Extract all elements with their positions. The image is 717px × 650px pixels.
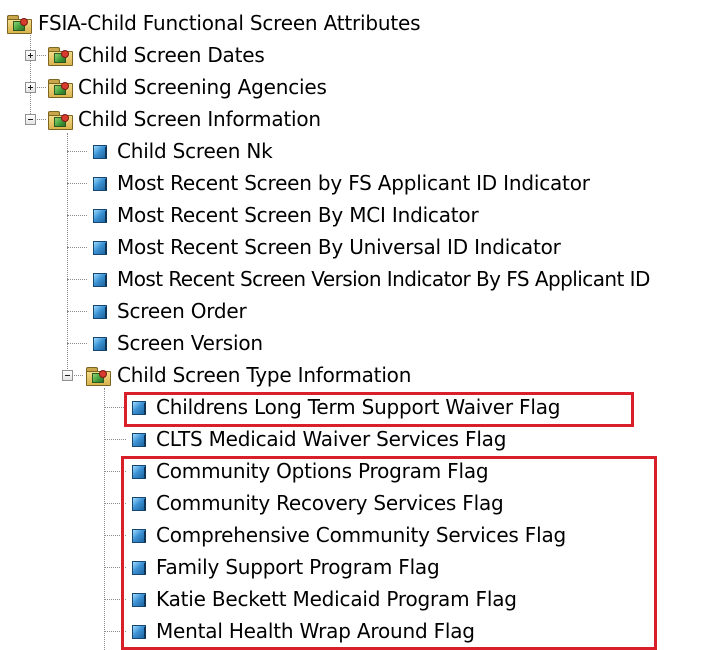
tree-item-child-screen-nk[interactable]: Child Screen Nk — [92, 135, 273, 167]
tree-item-label: Most Recent Screen By MCI Indicator — [117, 203, 479, 227]
folder-icon — [6, 13, 32, 34]
collapse-toggle-child-screen-type-information[interactable] — [62, 370, 73, 381]
attribute-icon — [92, 303, 108, 319]
tree-connector — [104, 388, 105, 650]
tree-item-most-recent-screen-universal-id[interactable]: Most Recent Screen By Universal ID Indic… — [92, 231, 561, 263]
collapse-toggle-child-screen-information[interactable] — [25, 114, 36, 125]
tree-connector — [30, 33, 31, 122]
tree-connector — [67, 343, 87, 344]
tree-node-label: Child Screen Dates — [78, 43, 265, 67]
tree-item-most-recent-screen-mci[interactable]: Most Recent Screen By MCI Indicator — [92, 199, 479, 231]
tree-item-screen-order[interactable]: Screen Order — [92, 295, 247, 327]
tree-node-root[interactable]: FSIA-Child Functional Screen Attributes — [6, 7, 421, 39]
attribute-icon — [92, 335, 108, 351]
tree-item-most-recent-screen-version[interactable]: Most Recent Screen Version Indicator By … — [92, 263, 650, 295]
tree-connector — [104, 439, 126, 440]
attribute-icon — [92, 271, 108, 287]
tree-item-label: Screen Version — [117, 331, 263, 355]
folder-icon — [47, 45, 73, 66]
tree-node-label: FSIA-Child Functional Screen Attributes — [38, 11, 421, 35]
tree-connector — [67, 215, 87, 216]
expand-toggle-child-screening-agencies[interactable] — [25, 82, 36, 93]
expand-toggle-child-screen-dates[interactable] — [25, 50, 36, 61]
attribute-icon — [92, 207, 108, 223]
tree-node-child-screen-dates[interactable]: Child Screen Dates — [47, 39, 265, 71]
tree-connector — [67, 311, 87, 312]
tree-item-label: Most Recent Screen By Universal ID Indic… — [117, 235, 561, 259]
tree-node-child-screen-type-information[interactable]: Child Screen Type Information — [85, 359, 411, 391]
tree-item-label: CLTS Medicaid Waiver Services Flag — [156, 427, 507, 451]
tree-connector — [67, 247, 87, 248]
tree-item-label: Most Recent Screen by FS Applicant ID In… — [117, 171, 590, 195]
attribute-icon — [92, 175, 108, 191]
tree-item-most-recent-screen-fs-applicant[interactable]: Most Recent Screen by FS Applicant ID In… — [92, 167, 590, 199]
tree-node-child-screening-agencies[interactable]: Child Screening Agencies — [47, 71, 327, 103]
tree-item-label: Most Recent Screen Version Indicator By … — [117, 267, 650, 291]
tree-item-clts-medicaid-waiver-services-flag[interactable]: CLTS Medicaid Waiver Services Flag — [131, 423, 506, 455]
tree-connector — [67, 151, 87, 152]
attribute-icon — [92, 143, 108, 159]
tree-connector — [104, 407, 126, 408]
tree-item-label: Child Screen Nk — [117, 139, 273, 163]
tree-connector — [67, 279, 87, 280]
highlight-box-waiver-flag — [124, 392, 634, 427]
tree-item-label: Screen Order — [117, 299, 247, 323]
folder-icon — [47, 77, 73, 98]
tree-node-label: Child Screen Type Information — [117, 363, 412, 387]
tree-item-screen-version[interactable]: Screen Version — [92, 327, 263, 359]
tree-connector — [67, 183, 87, 184]
tree-node-child-screen-information[interactable]: Child Screen Information — [47, 103, 321, 135]
folder-icon — [85, 365, 111, 386]
attribute-icon — [92, 239, 108, 255]
tree-node-label: Child Screening Agencies — [78, 75, 327, 99]
attribute-tree: FSIA-Child Functional Screen Attributes … — [0, 0, 717, 650]
attribute-icon — [131, 431, 147, 447]
folder-icon — [47, 109, 73, 130]
highlight-box-program-flags — [121, 456, 657, 650]
tree-connector — [67, 133, 68, 377]
tree-node-label: Child Screen Information — [78, 107, 321, 131]
